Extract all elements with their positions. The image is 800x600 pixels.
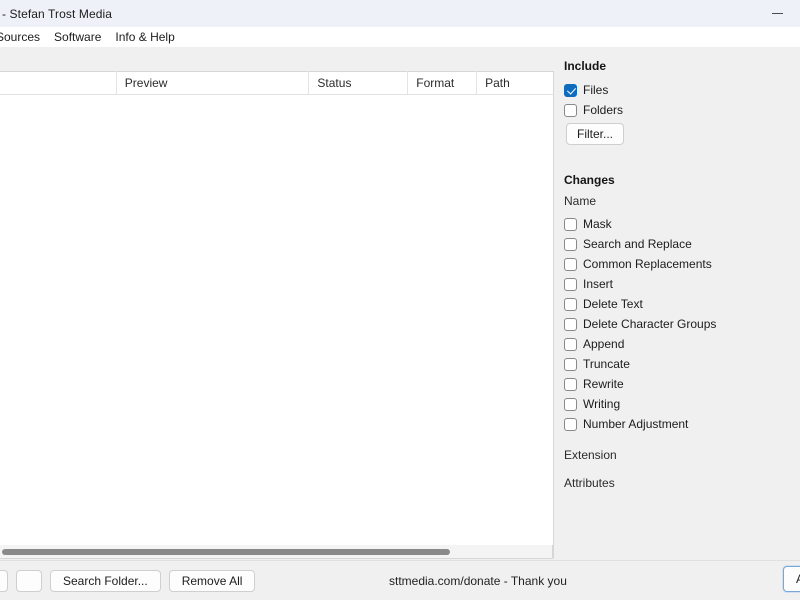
changes-row-mask[interactable]: Mask (564, 214, 800, 234)
changes-row-append[interactable]: Append (564, 334, 800, 354)
checkbox-label-insert: Insert (583, 277, 614, 291)
checkbox-label-writing: Writing (583, 397, 621, 411)
changes-row-truncate[interactable]: Truncate (564, 354, 800, 374)
column-header-blank[interactable] (0, 71, 117, 95)
checkbox-mask[interactable] (564, 217, 577, 231)
checkbox-label-common-replacements: Common Replacements (583, 257, 712, 271)
column-header-path[interactable]: Path (477, 71, 553, 95)
add-folder-icon-button[interactable] (16, 570, 42, 592)
menu-item-sources[interactable]: Sources (0, 27, 47, 47)
checkbox-label-number-adjustment: Number Adjustment (583, 417, 689, 431)
checkbox-truncate[interactable] (564, 357, 577, 371)
extension-label[interactable]: Extension (564, 448, 800, 462)
checkbox-label-folders: Folders (583, 103, 624, 117)
main-content: Preview Status Format Path Include Files Fol… (0, 47, 800, 560)
checkbox-append[interactable] (564, 337, 577, 351)
include-row-files[interactable]: Files (564, 80, 800, 100)
checkbox-search-and-replace[interactable] (564, 237, 577, 251)
apply-button[interactable]: A (783, 566, 800, 592)
filter-button[interactable]: Filter... (566, 123, 625, 145)
application-window: - Stefan Trost Media Sources Software In… (0, 0, 800, 600)
changes-row-delete-character-groups[interactable]: Delete Character Groups (564, 314, 800, 334)
file-table-header: Preview Status Format Path (0, 71, 554, 95)
changes-row-delete-text[interactable]: Delete Text (564, 294, 800, 314)
checkbox-label-files: Files (583, 83, 609, 97)
bottom-bar-buttons: Search Folder... Remove All (0, 570, 256, 592)
donate-link[interactable]: sttmedia.com/donate - Thank you (389, 561, 567, 600)
include-heading: Include (564, 59, 607, 73)
bottom-bar: Search Folder... Remove All sttmedia.com… (0, 560, 800, 600)
checkbox-files[interactable] (564, 83, 577, 97)
checkbox-insert[interactable] (564, 277, 577, 291)
title-bar: - Stefan Trost Media (0, 0, 800, 27)
file-list-body[interactable] (0, 95, 554, 547)
changes-row-writing[interactable]: Writing (564, 394, 800, 414)
checkbox-label-delete-text: Delete Text (583, 297, 643, 311)
changes-options-group: Mask Search and Replace Common Replacement… (564, 214, 800, 434)
changes-heading: Changes (564, 173, 615, 187)
add-files-icon-button[interactable] (0, 570, 8, 592)
checkbox-common-replacements[interactable] (564, 257, 577, 271)
search-folder-button[interactable]: Search Folder... (50, 570, 161, 592)
window-controls (754, 0, 800, 27)
checkbox-number-adjustment[interactable] (564, 417, 577, 431)
changes-row-common-replacements[interactable]: Common Replacements (564, 254, 800, 274)
attributes-label[interactable]: Attributes (564, 476, 800, 490)
checkbox-delete-character-groups[interactable] (564, 317, 577, 331)
column-header-format[interactable]: Format (408, 71, 478, 95)
column-header-preview[interactable]: Preview (117, 71, 310, 95)
checkbox-delete-text[interactable] (564, 297, 577, 311)
options-sidebar: Include Files Folders Filter... Changes N… (556, 47, 800, 560)
changes-row-search-and-replace[interactable]: Search and Replace (564, 234, 800, 254)
checkbox-label-append: Append (583, 337, 625, 351)
column-header-status[interactable]: Status (309, 71, 409, 95)
changes-row-insert[interactable]: Insert (564, 274, 800, 294)
checkbox-label-mask: Mask (583, 217, 612, 231)
menu-item-info-help[interactable]: Info & Help (108, 27, 181, 47)
checkbox-writing[interactable] (564, 397, 577, 411)
include-row-folders[interactable]: Folders (564, 100, 800, 120)
menu-bar: Sources Software Info & Help (0, 27, 800, 47)
checkbox-folders[interactable] (564, 103, 577, 117)
changes-row-number-adjustment[interactable]: Number Adjustment (564, 414, 800, 434)
window-title: - Stefan Trost Media (2, 6, 113, 21)
minimize-icon[interactable] (754, 0, 800, 27)
checkbox-label-search-and-replace: Search and Replace (583, 237, 692, 251)
checkbox-label-truncate: Truncate (583, 357, 630, 371)
checkbox-rewrite[interactable] (564, 377, 577, 391)
menu-item-software[interactable]: Software (47, 27, 108, 47)
horizontal-scrollbar[interactable] (0, 545, 553, 559)
horizontal-scrollbar-thumb[interactable] (2, 549, 450, 555)
checkbox-label-rewrite: Rewrite (583, 377, 624, 391)
checkbox-label-delete-character-groups: Delete Character Groups (583, 317, 717, 331)
changes-name-label: Name (564, 194, 597, 208)
changes-row-rewrite[interactable]: Rewrite (564, 374, 800, 394)
include-options-group: Files Folders (564, 80, 800, 120)
remove-all-button[interactable]: Remove All (168, 570, 256, 592)
